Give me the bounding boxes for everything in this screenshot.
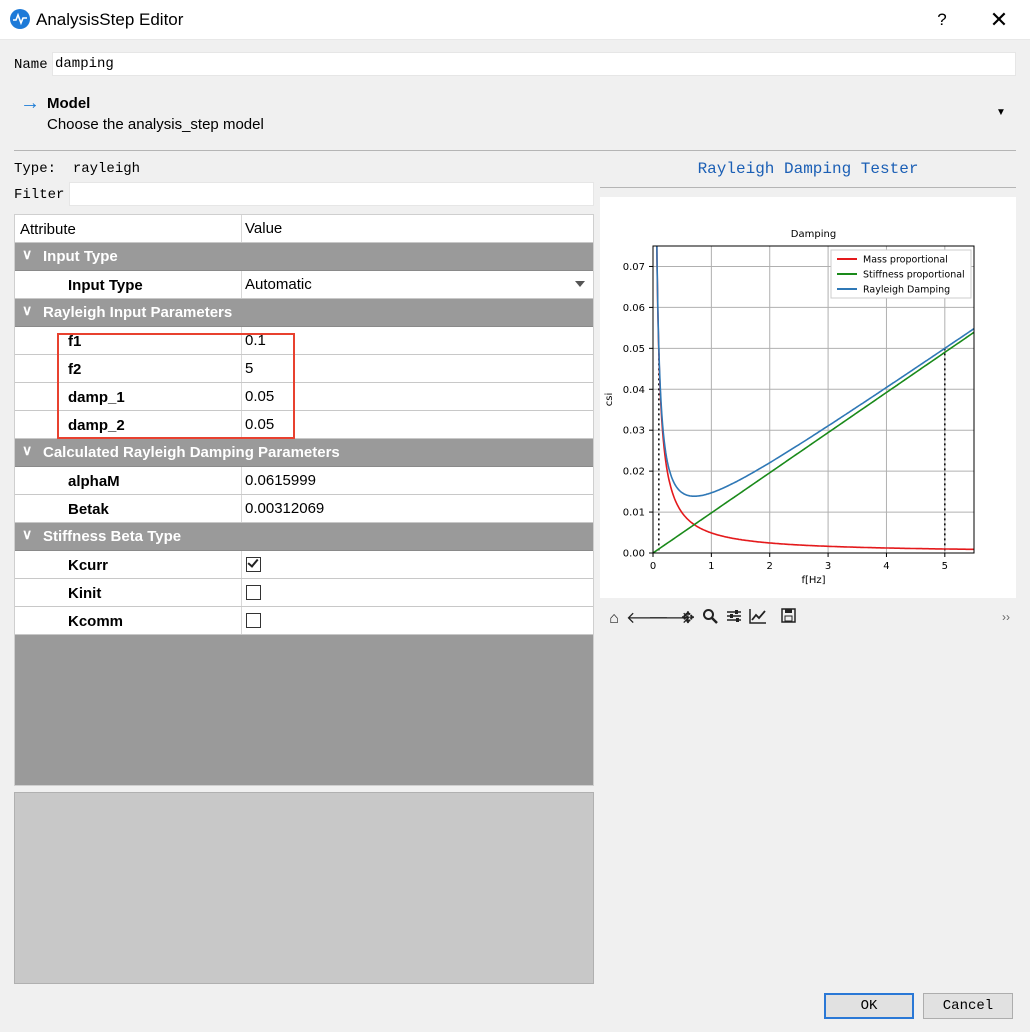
chevron-down-icon[interactable]: ∨	[22, 246, 32, 263]
chevron-down-icon[interactable]: ▼	[996, 107, 1006, 118]
kcurr-checkbox[interactable]	[246, 556, 261, 572]
prop-kinit[interactable]: Kinit	[15, 579, 593, 607]
dropdown-arrow-icon[interactable]	[575, 281, 585, 287]
x-tick-label: 0	[650, 561, 656, 572]
y-tick-label: 0.04	[623, 385, 645, 396]
zoom-icon[interactable]	[700, 608, 720, 630]
y-tick-label: 0.05	[623, 344, 645, 355]
x-axis-label: f[Hz]	[801, 575, 825, 586]
window-title: AnalysisStep Editor	[36, 10, 184, 29]
more-icon[interactable]: ››	[1002, 610, 1010, 624]
y-tick-label: 0.03	[623, 426, 645, 437]
property-grid: Attribute Value ∨ Input Type Input Type …	[14, 214, 594, 786]
legend-label: Mass proportional	[863, 255, 948, 266]
input-type-select[interactable]: Automatic	[245, 276, 312, 293]
home-icon[interactable]: ⌂	[604, 608, 624, 630]
title-bar: AnalysisStep Editor ? ✕	[0, 0, 1030, 40]
tester-title: Rayleigh Damping Tester	[697, 160, 919, 178]
alpham-value: 0.0615999	[245, 472, 316, 489]
group-input-type[interactable]: ∨ Input Type	[15, 243, 593, 271]
prop-kcomm[interactable]: Kcomm	[15, 607, 593, 635]
type-label: Type: rayleigh	[14, 161, 141, 177]
prop-kcurr[interactable]: Kcurr	[15, 551, 593, 579]
series-line-2	[653, 331, 974, 553]
legend-label: Rayleigh Damping	[863, 285, 950, 296]
betak-value: 0.00312069	[245, 500, 325, 517]
legend-label: Stiffness proportional	[863, 270, 965, 281]
model-title[interactable]: Model	[47, 95, 90, 112]
chevron-down-icon[interactable]: ∨	[22, 442, 32, 459]
filter-label: Filter	[14, 187, 65, 203]
divider	[14, 150, 1016, 151]
description-panel	[14, 792, 594, 984]
ok-button[interactable]: OK	[824, 993, 914, 1019]
attribute-column-header[interactable]: Attribute	[20, 221, 76, 238]
chevron-down-icon[interactable]: ∨	[22, 526, 32, 543]
y-tick-label: 0.06	[623, 303, 645, 314]
prop-input-type[interactable]: Input Type Automatic	[15, 271, 593, 299]
series-line-3	[656, 246, 974, 498]
type-value: rayleigh	[72, 161, 141, 177]
cancel-button[interactable]: Cancel	[923, 993, 1013, 1019]
x-tick-label: 4	[883, 561, 889, 572]
subplots-icon[interactable]	[724, 608, 744, 630]
damping-chart: 0 1 2 3 4 5 0.00 0.01 0.02 0.03 0.04 0.05 0.06 0.07 Da…	[604, 229, 975, 586]
kcomm-checkbox[interactable]	[246, 613, 261, 628]
value-column-header[interactable]: Value	[245, 220, 282, 237]
back-arrow-icon[interactable]: 🡐	[626, 608, 669, 630]
save-icon[interactable]	[778, 608, 798, 630]
app-icon	[10, 9, 30, 29]
damping-plot[interactable]: 0 1 2 3 4 5 0.00 0.01 0.02 0.03 0.04 0.05 0.06 0.07 Da…	[600, 197, 1016, 598]
y-tick-label: 0.01	[623, 508, 645, 519]
forward-arrow-icon[interactable]: 🡒	[648, 608, 691, 630]
y-axis-label: csi	[604, 393, 615, 407]
y-tick-label: 0.00	[623, 549, 645, 560]
x-tick-label: 1	[708, 561, 714, 572]
model-description[interactable]: Choose the analysis_step model	[47, 116, 264, 133]
group-stiffness-beta[interactable]: ∨ Stiffness Beta Type	[15, 523, 593, 551]
divider	[600, 187, 1016, 188]
x-tick-label: 5	[942, 561, 948, 572]
group-calculated[interactable]: ∨ Calculated Rayleigh Damping Parameters	[15, 439, 593, 467]
pan-icon[interactable]: ✥	[678, 608, 698, 630]
kinit-checkbox[interactable]	[246, 585, 261, 600]
name-input[interactable]: damping	[52, 52, 1016, 76]
group-rayleigh-input[interactable]: ∨ Rayleigh Input Parameters	[15, 299, 593, 327]
name-label: Name	[14, 57, 48, 73]
check-icon	[247, 556, 259, 568]
y-tick-label: 0.07	[623, 262, 645, 273]
highlight-box	[57, 333, 295, 439]
help-button[interactable]: ?	[930, 8, 954, 32]
chart-title: Damping	[791, 229, 836, 240]
close-button[interactable]: ✕	[984, 6, 1014, 34]
chevron-down-icon[interactable]: ∨	[22, 302, 32, 319]
x-tick-label: 2	[767, 561, 773, 572]
arrow-right-icon: →	[20, 92, 40, 114]
grid-header: Attribute Value	[15, 215, 593, 243]
x-tick-label: 3	[825, 561, 831, 572]
edit-axis-icon[interactable]	[748, 608, 768, 630]
filter-input[interactable]	[69, 182, 594, 206]
prop-alpham[interactable]: alphaM 0.0615999	[15, 467, 593, 495]
y-tick-label: 0.02	[623, 467, 645, 478]
prop-betak[interactable]: Betak 0.00312069	[15, 495, 593, 523]
